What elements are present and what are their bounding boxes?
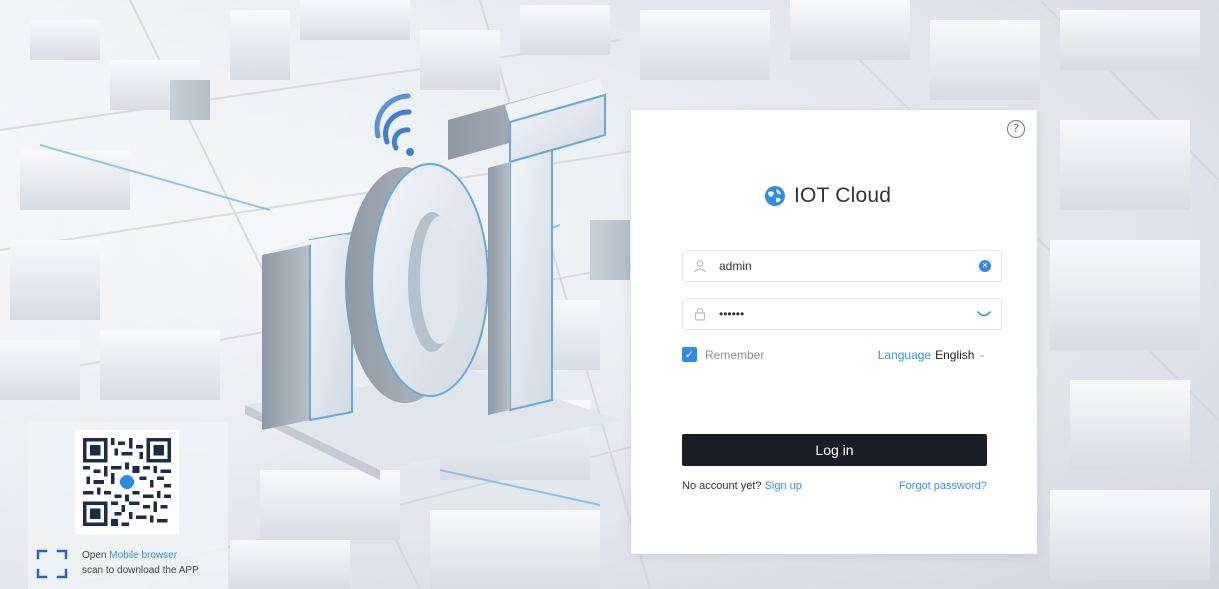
username-field[interactable]: ✕ xyxy=(682,250,1002,282)
no-account-text: No account yet? xyxy=(682,480,762,492)
language-selector[interactable]: Language English ⌄ xyxy=(878,348,986,362)
scan-icon xyxy=(36,549,68,579)
brand-title: IOT Cloud xyxy=(794,184,892,207)
password-input[interactable] xyxy=(719,307,977,321)
eye-icon[interactable] xyxy=(977,310,991,318)
user-icon xyxy=(694,260,706,273)
qr-code xyxy=(75,430,179,534)
app-download-panel: Open Mobile browser scan to download the… xyxy=(28,422,228,589)
qr-code-image xyxy=(83,438,171,526)
signup-row: No account yet? Sign up xyxy=(682,480,802,492)
wifi-icon xyxy=(374,93,414,156)
signup-link[interactable]: Sign up xyxy=(765,480,802,492)
language-value[interactable]: English xyxy=(935,348,974,362)
scan-text: scan to download the APP xyxy=(82,565,199,576)
login-card: ? IOT Cloud ✕ ✓ Remember Language Englis… xyxy=(631,110,1037,554)
login-button[interactable]: Log in xyxy=(682,434,987,466)
forgot-password-link[interactable]: Forgot password? xyxy=(899,480,987,492)
hero-letter-i xyxy=(262,231,353,430)
download-instructions: Open Mobile browser scan to download the… xyxy=(82,548,199,578)
lock-icon xyxy=(694,307,706,321)
help-icon[interactable]: ? xyxy=(1007,120,1025,138)
chevron-down-icon[interactable]: ⌄ xyxy=(978,350,986,360)
remember-label: Remember xyxy=(705,347,765,362)
language-label: Language xyxy=(877,348,932,362)
remember-option[interactable]: ✓ Remember xyxy=(682,347,764,362)
globe-icon xyxy=(765,186,785,206)
username-input[interactable] xyxy=(719,259,979,273)
mobile-browser-link[interactable]: Mobile browser xyxy=(109,550,177,561)
open-text: Open xyxy=(82,550,107,561)
clear-icon[interactable]: ✕ xyxy=(979,260,991,272)
hero-letter-o xyxy=(345,163,489,403)
checkbox-icon[interactable]: ✓ xyxy=(682,347,697,362)
password-field[interactable] xyxy=(682,298,1002,330)
brand: IOT Cloud xyxy=(764,184,891,208)
